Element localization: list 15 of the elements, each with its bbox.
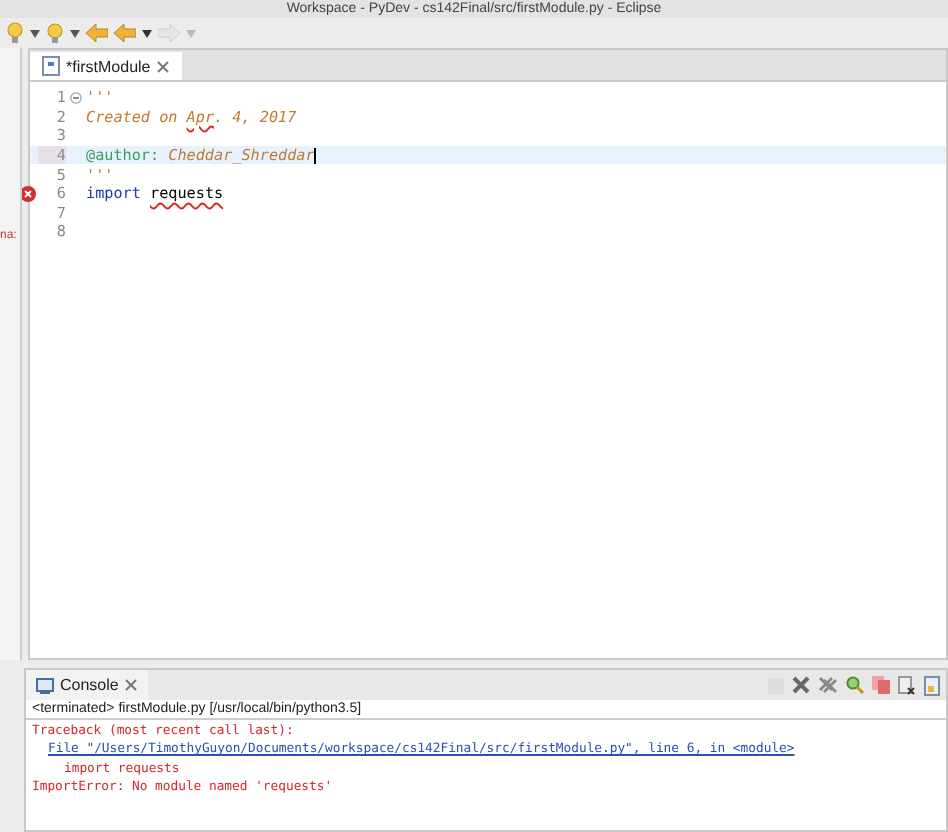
console-tab[interactable]: Console [26, 670, 149, 700]
editor-tab[interactable]: *firstModule [30, 52, 183, 80]
dropdown-arrow-icon[interactable] [142, 29, 152, 37]
remove-icon[interactable] [792, 676, 810, 694]
close-icon[interactable] [156, 59, 171, 73]
document-icon[interactable] [898, 675, 916, 695]
dropdown-arrow-icon[interactable] [30, 29, 40, 37]
fold-icon[interactable] [70, 91, 82, 104]
monitor-icon [36, 677, 54, 693]
python-file-icon [42, 56, 60, 76]
remove-all-icon[interactable] [818, 676, 838, 694]
pages-icon[interactable] [872, 676, 890, 694]
dropdown-arrow-icon[interactable] [70, 29, 80, 37]
close-icon[interactable] [124, 678, 139, 692]
magnifier-icon[interactable] [846, 676, 864, 694]
